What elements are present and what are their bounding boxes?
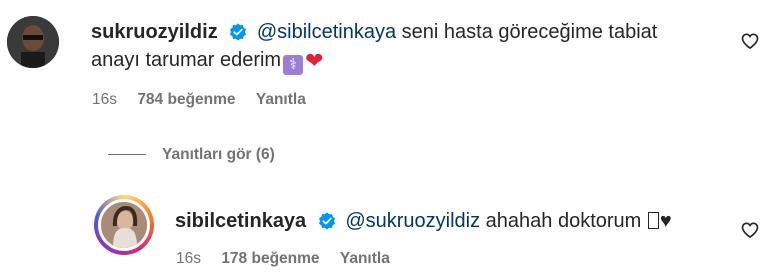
red-heart-emoji: ❤ — [305, 48, 324, 73]
missing-glyph-box — [647, 212, 659, 229]
verified-badge-icon — [230, 23, 247, 41]
reply-reply-button[interactable]: Yanıtla — [340, 250, 390, 267]
verified-badge-icon — [318, 212, 335, 230]
comment-text: seni hasta göreceğime tabiat — [401, 21, 658, 43]
avatar-photo — [101, 202, 147, 248]
view-replies-label: Yanıtları gör (6) — [162, 146, 275, 163]
comment-username[interactable]: sukruozyildiz — [91, 21, 218, 43]
comment-timestamp[interactable]: 16s — [92, 91, 117, 108]
reply-username[interactable]: sibilcetinkaya — [175, 210, 306, 232]
heart-outline-icon[interactable] — [740, 220, 760, 240]
reply-likes-count[interactable]: 178 beğenme — [221, 250, 319, 267]
avatar[interactable] — [7, 16, 59, 68]
comment-first-line: sukruozyildiz @sibilcetinkaya seni hasta… — [91, 20, 657, 44]
heart-outline-icon[interactable] — [740, 31, 760, 51]
medical-symbol-emoji: ⚕ — [283, 55, 304, 75]
comment-second-line: anayı tarumar ederim ⚕ ❤ — [91, 48, 324, 75]
comment-likes-count[interactable]: 784 beğenme — [137, 91, 235, 108]
comment-meta: 16s 784 beğenme Yanıtla — [92, 91, 322, 109]
comment-reply-button[interactable]: Yanıtla — [256, 91, 306, 108]
reply-timestamp[interactable]: 16s — [176, 250, 201, 267]
view-replies-button[interactable]: Yanıtları gör (6) — [108, 146, 275, 164]
reply-meta: 16s 178 beğenme Yanıtla — [176, 250, 406, 268]
avatar-photo — [7, 16, 59, 68]
comment-text-continued: anayı tarumar ederim — [91, 49, 282, 71]
reply-first-line: sibilcetinkaya @sukruozyildiz ahahah dok… — [175, 209, 672, 233]
reply-text: ahahah doktorum — [485, 210, 642, 232]
black-heart-glyph: ♥ — [659, 210, 672, 232]
avatar[interactable] — [98, 199, 150, 251]
comment-mention-link[interactable]: @sibilcetinkaya — [257, 21, 396, 43]
divider-line — [108, 154, 146, 156]
reply-mention-link[interactable]: @sukruozyildiz — [345, 210, 480, 232]
